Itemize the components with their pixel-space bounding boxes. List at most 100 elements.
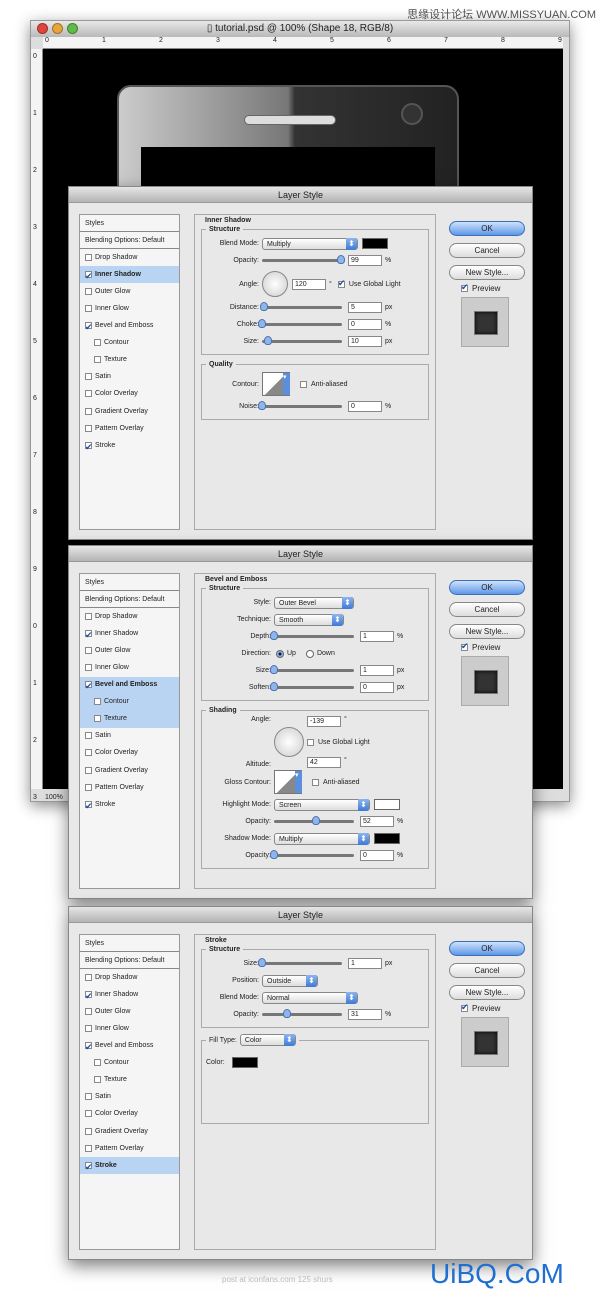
- style-item-texture[interactable]: Texture: [80, 710, 179, 728]
- style-select[interactable]: Outer Bevel: [274, 596, 354, 609]
- checkbox[interactable]: [85, 1127, 92, 1135]
- slider[interactable]: [262, 255, 346, 264]
- checkbox[interactable]: [85, 287, 92, 295]
- color-swatch[interactable]: [374, 833, 400, 844]
- slider[interactable]: [270, 850, 354, 859]
- preview-checkbox[interactable]: [461, 641, 469, 652]
- highlight-mode-select[interactable]: Screen: [274, 798, 370, 811]
- angle-dial[interactable]: [262, 271, 288, 297]
- ok-button[interactable]: OK: [449, 580, 525, 595]
- value-input[interactable]: 52: [360, 816, 394, 827]
- slider[interactable]: [270, 665, 354, 674]
- slider-handle[interactable]: [337, 255, 346, 264]
- checkbox[interactable]: [85, 732, 92, 740]
- style-item-inner-glow[interactable]: Inner Glow: [80, 659, 179, 676]
- checkbox[interactable]: [85, 424, 92, 432]
- value-input[interactable]: 0: [348, 401, 382, 412]
- checkbox[interactable]: [85, 439, 93, 456]
- angle-dial[interactable]: [274, 727, 304, 757]
- checkbox[interactable]: [94, 1059, 101, 1067]
- slider-handle[interactable]: [270, 631, 278, 640]
- shadow-mode-select[interactable]: Multiply: [274, 832, 370, 845]
- slider[interactable]: [258, 319, 342, 328]
- value-input[interactable]: 5: [348, 302, 382, 313]
- value-input[interactable]: 10: [348, 336, 382, 347]
- style-item-gradient-overlay[interactable]: Gradient Overlay: [80, 403, 179, 420]
- style-item-bevel-and-emboss[interactable]: Bevel and Emboss: [80, 676, 179, 695]
- style-item-satin[interactable]: Satin: [80, 369, 179, 386]
- style-item-satin[interactable]: Satin: [80, 728, 179, 745]
- slider[interactable]: [262, 336, 342, 345]
- slider-handle[interactable]: [258, 319, 266, 328]
- checkbox[interactable]: [85, 305, 92, 313]
- checkbox[interactable]: [85, 390, 92, 398]
- style-item-outer-glow[interactable]: Outer Glow: [80, 642, 179, 659]
- checkbox[interactable]: [94, 698, 101, 706]
- style-item-stroke[interactable]: Stroke: [80, 437, 179, 456]
- radio-down[interactable]: [305, 649, 314, 658]
- color-swatch[interactable]: [362, 238, 388, 249]
- checkbox[interactable]: [94, 339, 101, 347]
- blend-mode-select[interactable]: Normal: [262, 991, 358, 1004]
- checkbox[interactable]: [85, 627, 93, 644]
- style-item-gradient-overlay[interactable]: Gradient Overlay: [80, 1123, 179, 1140]
- use-global-light-checkbox[interactable]: [337, 278, 345, 289]
- slider[interactable]: [270, 631, 354, 640]
- style-item-styles[interactable]: Styles: [80, 935, 179, 953]
- slider[interactable]: [274, 816, 354, 825]
- ok-button[interactable]: OK: [449, 941, 525, 956]
- slider-handle[interactable]: [259, 302, 268, 311]
- style-item-contour[interactable]: Contour: [80, 693, 179, 711]
- style-item-inner-glow[interactable]: Inner Glow: [80, 1020, 179, 1037]
- checkbox[interactable]: [85, 1039, 93, 1056]
- style-item-drop-shadow[interactable]: Drop Shadow: [80, 969, 179, 986]
- slider-handle[interactable]: [270, 850, 278, 859]
- style-item-color-overlay[interactable]: Color Overlay: [80, 745, 179, 762]
- style-item-color-overlay[interactable]: Color Overlay: [80, 386, 179, 403]
- style-item-pattern-overlay[interactable]: Pattern Overlay: [80, 420, 179, 437]
- checkbox[interactable]: [85, 783, 92, 791]
- color-swatch[interactable]: [231, 1056, 258, 1068]
- slider[interactable]: [258, 958, 342, 967]
- checkbox[interactable]: [85, 319, 93, 336]
- preview-checkbox[interactable]: [461, 1002, 469, 1013]
- checkbox[interactable]: [85, 253, 92, 261]
- slider[interactable]: [259, 302, 342, 311]
- close-button[interactable]: [37, 23, 48, 34]
- style-item-satin[interactable]: Satin: [80, 1089, 179, 1106]
- anti-aliased-checkbox[interactable]: [300, 380, 307, 388]
- checkbox[interactable]: [85, 664, 92, 672]
- preview-toggle[interactable]: Preview: [461, 282, 500, 293]
- checkbox[interactable]: [85, 407, 92, 415]
- slider-handle[interactable]: [270, 682, 278, 691]
- style-item-texture[interactable]: Texture: [80, 1072, 179, 1089]
- checkbox[interactable]: [85, 988, 93, 1005]
- value-input[interactable]: 0: [360, 850, 394, 861]
- checkbox[interactable]: [85, 1025, 92, 1033]
- use-global-light-checkbox[interactable]: [307, 738, 314, 746]
- checkbox[interactable]: [85, 678, 93, 695]
- checkbox[interactable]: [94, 1076, 101, 1084]
- slider-handle[interactable]: [258, 401, 266, 410]
- checkbox[interactable]: [85, 1093, 92, 1101]
- preview-checkbox[interactable]: [461, 282, 469, 293]
- style-item-texture[interactable]: Texture: [80, 352, 179, 369]
- slider[interactable]: [262, 1009, 342, 1018]
- style-item-inner-glow[interactable]: Inner Glow: [80, 300, 179, 317]
- checkbox[interactable]: [85, 646, 92, 654]
- slider-handle[interactable]: [270, 665, 278, 674]
- checkbox[interactable]: [85, 766, 92, 774]
- slider-handle[interactable]: [264, 336, 273, 345]
- fill-type-select[interactable]: Color: [239, 1034, 296, 1046]
- checkbox[interactable]: [94, 356, 101, 364]
- checkbox[interactable]: [85, 373, 92, 381]
- style-item-gradient-overlay[interactable]: Gradient Overlay: [80, 762, 179, 779]
- value-input[interactable]: 1: [348, 958, 382, 969]
- slider-handle[interactable]: [258, 958, 266, 967]
- position-select[interactable]: Outside: [262, 974, 318, 987]
- style-item-blending-options-default[interactable]: Blending Options: Default: [80, 232, 179, 250]
- blend-mode-select[interactable]: Multiply: [262, 237, 358, 250]
- style-item-inner-shadow[interactable]: Inner Shadow: [80, 266, 179, 285]
- style-item-stroke[interactable]: Stroke: [80, 1157, 179, 1176]
- value-input[interactable]: 0: [360, 682, 394, 693]
